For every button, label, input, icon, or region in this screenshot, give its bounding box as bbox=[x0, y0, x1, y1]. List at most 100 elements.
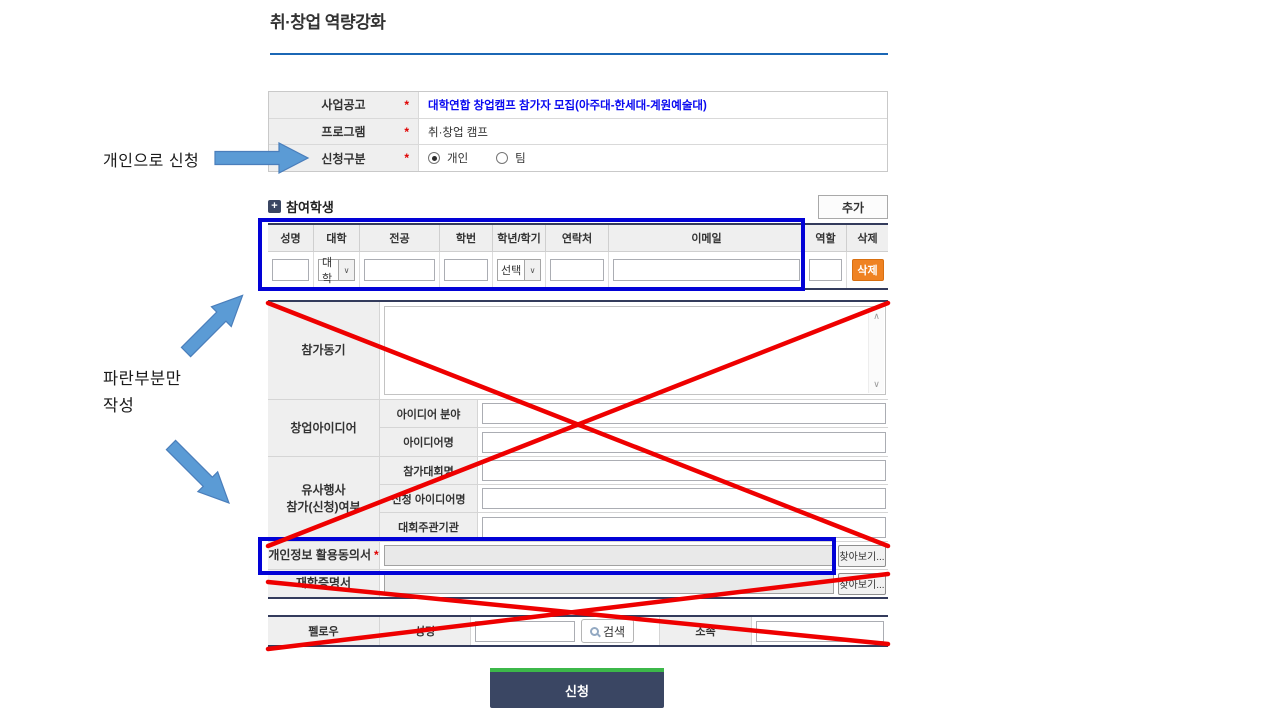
required-asterisk: * bbox=[404, 125, 409, 139]
contest-host-label: 대회주관기관 bbox=[380, 513, 478, 541]
table-row: 프로그램 * 취·창업 캠프 bbox=[269, 119, 887, 146]
browse-button-enrollment[interactable]: 찾아보기... bbox=[838, 573, 886, 595]
fellow-table: 펠로우 성명 검색 소속 bbox=[268, 615, 888, 647]
role-cell bbox=[805, 252, 847, 288]
add-student-button[interactable]: 추가 bbox=[818, 195, 888, 219]
chevron-down-icon: ∨ bbox=[338, 260, 354, 280]
major-input[interactable] bbox=[364, 259, 435, 281]
role-input[interactable] bbox=[809, 259, 842, 281]
scroll-up-icon[interactable]: ∧ bbox=[873, 311, 880, 322]
application-info-table: 사업공고 * 대학연합 창업캠프 참가자 모집(아주대-한세대-계원예술대) 프… bbox=[268, 91, 888, 172]
email-input[interactable] bbox=[613, 259, 800, 281]
apply-type-radio-group: 개인 팀 bbox=[428, 150, 526, 166]
enrollment-cert-cell: 찾아보기... bbox=[380, 570, 888, 597]
column-header-grade-semester: 학년/학기 bbox=[493, 225, 546, 251]
notice-label-cell: 사업공고 * bbox=[269, 92, 419, 118]
university-select[interactable]: 대학 ∨ bbox=[318, 259, 355, 281]
program-label: 프로그램 bbox=[321, 123, 365, 140]
motivation-cell: ∧ ∨ bbox=[380, 302, 888, 399]
similar-event-sub-rows: 참가대회명 신청 아이디어명 대회주관기관 bbox=[380, 457, 888, 541]
fellow-label: 펠로우 bbox=[268, 617, 380, 645]
fellow-search-button[interactable]: 검색 bbox=[581, 619, 634, 643]
idea-sub-rows: 아이디어 분야 아이디어명 bbox=[380, 400, 888, 456]
privacy-consent-row: 개인정보 활용동의서 * 찾아보기... bbox=[268, 542, 888, 570]
blue-section-note: 파란부분만 작성 bbox=[103, 366, 181, 420]
grade-semester-cell: 선택 ∨ bbox=[493, 252, 546, 288]
program-value: 취·창업 캠프 bbox=[428, 124, 488, 140]
enrollment-cert-row: 재학증명서 찾아보기... bbox=[268, 570, 888, 597]
fellow-name-cell: 검색 bbox=[471, 617, 660, 645]
contest-name-cell bbox=[478, 457, 888, 484]
enrollment-file-field[interactable] bbox=[384, 573, 834, 594]
student-id-input[interactable] bbox=[444, 259, 488, 281]
privacy-consent-label: 개인정보 활용동의서 bbox=[268, 547, 371, 564]
table-row: 사업공고 * 대학연합 창업캠프 참가자 모집(아주대-한세대-계원예술대) bbox=[269, 92, 887, 119]
program-label-cell: 프로그램 * bbox=[269, 119, 419, 145]
contest-host-input[interactable] bbox=[482, 517, 886, 538]
enrollment-cert-label: 재학증명서 bbox=[268, 570, 380, 597]
radio-team[interactable] bbox=[496, 152, 508, 164]
textarea-scrollbar[interactable]: ∧ ∨ bbox=[868, 308, 884, 393]
major-cell bbox=[360, 252, 440, 288]
individual-apply-note: 개인으로 신청 bbox=[103, 147, 199, 171]
delete-row-button[interactable]: 삭제 bbox=[852, 259, 884, 281]
notice-label: 사업공고 bbox=[321, 96, 365, 113]
column-header-contact: 연락처 bbox=[546, 225, 609, 251]
blue-section-note-line2: 작성 bbox=[103, 393, 181, 420]
contest-name-label: 참가대회명 bbox=[380, 457, 478, 484]
submit-button[interactable]: 신청 bbox=[490, 668, 664, 708]
blue-section-note-line1: 파란부분만 bbox=[103, 366, 181, 393]
motivation-row: 참가동기 ∧ ∨ bbox=[268, 302, 888, 400]
fellow-name-input[interactable] bbox=[475, 621, 575, 642]
idea-row: 창업아이디어 아이디어 분야 아이디어명 bbox=[268, 400, 888, 457]
required-asterisk: * bbox=[404, 151, 409, 165]
similar-event-label: 유사행사 참가(신청)여부 bbox=[268, 457, 380, 541]
student-name-input[interactable] bbox=[272, 259, 309, 281]
idea-field-input[interactable] bbox=[482, 403, 886, 424]
apply-type-value-cell: 개인 팀 bbox=[419, 145, 887, 171]
fellow-affiliation-cell bbox=[752, 617, 888, 645]
browse-button-privacy[interactable]: 찾아보기... bbox=[838, 545, 886, 567]
privacy-file-field[interactable] bbox=[384, 545, 834, 566]
apply-type-label-cell: 신청구분 * bbox=[269, 145, 419, 171]
notice-value-cell: 대학연합 창업캠프 참가자 모집(아주대-한세대-계원예술대) bbox=[419, 92, 887, 118]
fellow-search-button-label: 검색 bbox=[603, 623, 625, 640]
radio-team-label: 팀 bbox=[515, 150, 526, 166]
privacy-consent-cell: 찾아보기... bbox=[380, 542, 888, 569]
similar-event-label-line2: 참가(신청)여부 bbox=[286, 499, 360, 516]
motivation-label: 참가동기 bbox=[268, 302, 380, 399]
radio-individual-label: 개인 bbox=[447, 150, 468, 166]
idea-field-cell bbox=[478, 400, 888, 427]
privacy-consent-label-cell: 개인정보 활용동의서 * bbox=[268, 542, 380, 569]
fellow-affiliation-input[interactable] bbox=[756, 621, 884, 642]
chevron-down-icon: ∨ bbox=[524, 260, 540, 280]
delete-cell: 삭제 bbox=[847, 252, 888, 288]
applied-idea-name-input[interactable] bbox=[482, 488, 886, 509]
student-row: 대학 ∨ 선택 ∨ 삭제 bbox=[268, 252, 888, 288]
university-cell: 대학 ∨ bbox=[314, 252, 360, 288]
motivation-textarea[interactable]: ∧ ∨ bbox=[384, 306, 886, 395]
grade-semester-select[interactable]: 선택 ∨ bbox=[497, 259, 541, 281]
contest-name-input[interactable] bbox=[482, 460, 886, 481]
idea-name-input[interactable] bbox=[482, 432, 886, 453]
fellow-name-label: 성명 bbox=[380, 617, 471, 645]
column-header-email: 이메일 bbox=[609, 225, 805, 251]
radio-individual[interactable] bbox=[428, 152, 440, 164]
contact-input[interactable] bbox=[550, 259, 604, 281]
idea-name-cell bbox=[478, 428, 888, 456]
idea-name-row: 아이디어명 bbox=[380, 428, 888, 456]
email-cell bbox=[609, 252, 805, 288]
students-table: 성명 대학 전공 학번 학년/학기 연락처 이메일 역할 삭제 대학 ∨ 선택 bbox=[268, 223, 888, 290]
students-section-title: 참여학생 bbox=[286, 197, 334, 216]
contest-host-row: 대회주관기관 bbox=[380, 513, 888, 541]
apply-type-label: 신청구분 bbox=[321, 150, 365, 167]
required-asterisk: * bbox=[374, 547, 379, 564]
idea-field-row: 아이디어 분야 bbox=[380, 400, 888, 428]
program-value-cell: 취·창업 캠프 bbox=[419, 119, 887, 145]
notice-value: 대학연합 창업캠프 참가자 모집(아주대-한세대-계원예술대) bbox=[428, 97, 707, 113]
name-cell bbox=[268, 252, 314, 288]
column-header-delete: 삭제 bbox=[847, 225, 888, 251]
students-table-header: 성명 대학 전공 학번 학년/학기 연락처 이메일 역할 삭제 bbox=[268, 225, 888, 252]
scroll-down-icon[interactable]: ∨ bbox=[873, 379, 880, 390]
detail-form-table: 참가동기 ∧ ∨ 창업아이디어 아이디어 분야 아이디어명 bbox=[268, 300, 888, 599]
